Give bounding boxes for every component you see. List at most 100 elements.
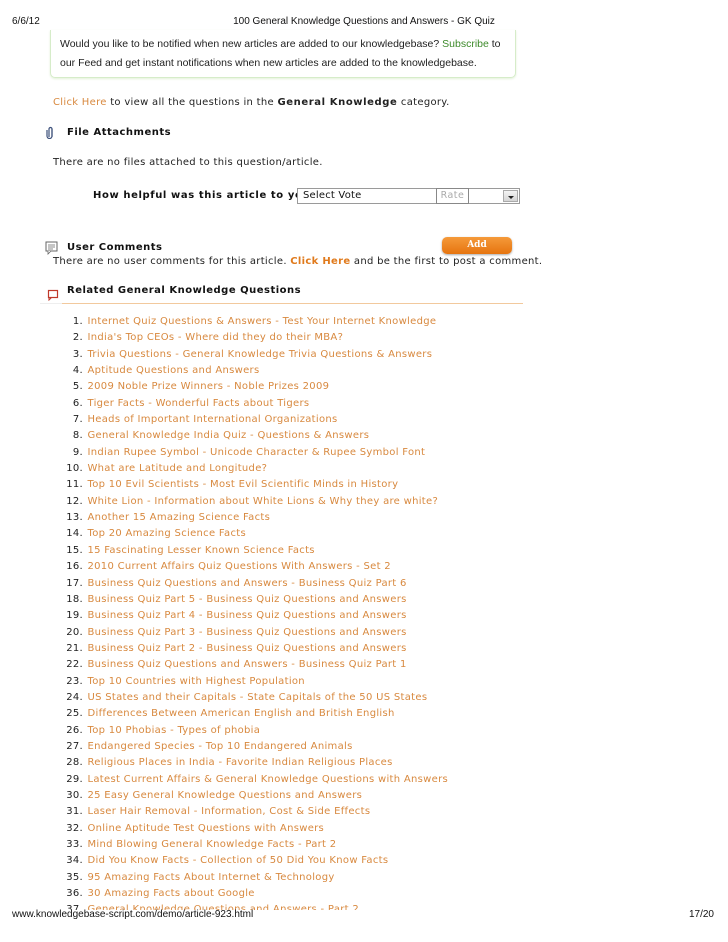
item-number: 31. — [66, 806, 83, 818]
related-question-link[interactable]: General Knowledge India Quiz - Questions… — [87, 430, 369, 441]
related-question-link[interactable]: Aptitude Questions and Answers — [87, 365, 259, 376]
item-number: 36. — [66, 888, 83, 900]
related-question-link[interactable]: Internet Quiz Questions & Answers - Test… — [87, 316, 436, 327]
vote-label: How helpful was this article to you? — [93, 190, 317, 201]
related-question-item: 6. Tiger Facts - Wonderful Facts about T… — [55, 396, 448, 412]
related-question-link[interactable]: 95 Amazing Facts About Internet & Techno… — [87, 872, 334, 883]
related-question-link[interactable]: 2010 Current Affairs Quiz Questions With… — [87, 561, 390, 572]
related-question-item: 22. Business Quiz Questions and Answers … — [55, 657, 448, 673]
related-question-link[interactable]: Top 10 Countries with Highest Population — [87, 676, 304, 687]
category-name: General Knowledge — [277, 97, 398, 108]
related-question-link[interactable]: 25 Easy General Knowledge Questions and … — [87, 790, 362, 801]
rate-button[interactable]: Rate — [436, 188, 469, 204]
related-question-item: 4. Aptitude Questions and Answers — [55, 363, 448, 379]
related-question-link[interactable]: Trivia Questions - General Knowledge Tri… — [87, 349, 432, 360]
related-question-item: 9. Indian Rupee Symbol - Unicode Charact… — [55, 445, 448, 461]
related-heading: Related General Knowledge Questions — [67, 285, 302, 296]
related-question-item: 13. Another 15 Amazing Science Facts — [55, 510, 448, 526]
related-question-link[interactable]: Mind Blowing General Knowledge Facts - P… — [87, 839, 336, 850]
related-question-link[interactable]: Religious Places in India - Favorite Ind… — [87, 757, 392, 768]
related-question-link[interactable]: 15 Fascinating Lesser Known Science Fact… — [87, 545, 314, 556]
related-question-link[interactable]: 30 Amazing Facts about Google — [87, 888, 254, 899]
click-here-comment-link[interactable]: Click Here — [290, 256, 350, 267]
notify-text: Would you like to be notified when new a… — [60, 38, 443, 50]
related-question-link[interactable]: US States and their Capitals - State Cap… — [87, 692, 427, 703]
click-here-category-link[interactable]: Click Here — [53, 97, 107, 108]
file-attachments-heading: File Attachments — [67, 127, 172, 138]
related-question-link[interactable]: Another 15 Amazing Science Facts — [87, 512, 270, 523]
item-number: 9. — [72, 446, 83, 458]
related-question-item: 28. Religious Places in India - Favorite… — [55, 755, 448, 771]
related-question-item: 5. 2009 Noble Prize Winners - Noble Priz… — [55, 379, 448, 395]
related-question-link[interactable]: Top 10 Evil Scientists - Most Evil Scien… — [87, 479, 398, 490]
related-question-item: 33. Mind Blowing General Knowledge Facts… — [55, 837, 448, 853]
related-question-link[interactable]: White Lion - Information about White Lio… — [87, 496, 438, 507]
related-question-link[interactable]: 2009 Noble Prize Winners - Noble Prizes … — [87, 381, 329, 392]
category-text-end: category. — [397, 97, 450, 108]
item-number: 25. — [66, 708, 83, 720]
item-number: 4. — [72, 365, 83, 377]
related-question-link[interactable]: Indian Rupee Symbol - Unicode Character … — [87, 447, 425, 458]
category-text: to view all the questions in the — [106, 97, 278, 108]
item-number: 5. — [72, 381, 83, 393]
item-number: 24. — [66, 691, 83, 703]
related-question-link[interactable]: Business Quiz Questions and Answers - Bu… — [87, 578, 406, 589]
item-number: 35. — [66, 871, 83, 883]
related-question-link[interactable]: Heads of Important International Organiz… — [87, 414, 337, 425]
related-question-item: 32. Online Aptitude Test Questions with … — [55, 821, 448, 837]
related-question-link[interactable]: Latest Current Affairs & General Knowled… — [87, 774, 448, 785]
no-comments-text: There are no user comments for this arti… — [53, 256, 291, 267]
item-number: 12. — [66, 495, 83, 507]
chevron-down-icon[interactable] — [503, 190, 518, 202]
related-question-item: 26. Top 10 Phobias - Types of phobia — [55, 723, 448, 739]
item-number: 20. — [66, 626, 83, 638]
no-comments-text-end: and be the first to post a comment. — [350, 256, 543, 267]
item-number: 21. — [66, 642, 83, 654]
related-question-link[interactable]: Did You Know Facts - Collection of 50 Di… — [87, 855, 388, 866]
related-question-link[interactable]: Top 10 Phobias - Types of phobia — [87, 725, 260, 736]
related-question-item: 29. Latest Current Affairs & General Kno… — [55, 772, 448, 788]
related-question-link[interactable]: India's Top CEOs - Where did they do the… — [87, 332, 343, 343]
item-number: 11. — [66, 479, 83, 491]
vote-select-value: Select Vote — [303, 190, 362, 201]
related-question-link[interactable]: Business Quiz Part 5 - Business Quiz Que… — [87, 594, 406, 605]
add-comment-button[interactable]: Add Comment — [442, 237, 512, 267]
related-question-item: 27. Endangered Species - Top 10 Endanger… — [55, 739, 448, 755]
related-question-item: 31. Laser Hair Removal - Information, Co… — [55, 804, 448, 820]
related-question-item: 35. 95 Amazing Facts About Internet & Te… — [55, 870, 448, 886]
related-question-link[interactable]: What are Latitude and Longitude? — [87, 463, 267, 474]
paperclip-icon — [46, 124, 55, 143]
item-number: 26. — [66, 724, 83, 736]
related-question-item: 36. 30 Amazing Facts about Google — [55, 886, 448, 902]
related-question-link[interactable]: Differences Between American English and… — [87, 708, 394, 719]
related-question-link[interactable]: Business Quiz Questions and Answers - Bu… — [87, 659, 406, 670]
no-files-text: There are no files attached to this ques… — [53, 157, 323, 168]
related-question-link[interactable]: Tiger Facts - Wonderful Facts about Tige… — [87, 398, 309, 409]
related-question-item: 23. Top 10 Countries with Highest Popula… — [55, 674, 448, 690]
related-question-link[interactable]: Top 20 Amazing Science Facts — [87, 528, 246, 539]
related-question-link[interactable]: Online Aptitude Test Questions with Answ… — [87, 823, 324, 834]
related-question-item: 30. 25 Easy General Knowledge Questions … — [55, 788, 448, 804]
related-question-link[interactable]: Laser Hair Removal - Information, Cost &… — [87, 806, 370, 817]
item-number: 15. — [66, 544, 83, 556]
item-number: 3. — [72, 348, 83, 360]
page-url: www.knowledgebase-script.com/demo/articl… — [12, 909, 254, 920]
item-number: 13. — [66, 512, 83, 524]
related-question-link[interactable]: Business Quiz Part 3 - Business Quiz Que… — [87, 627, 406, 638]
related-question-link[interactable]: Business Quiz Part 2 - Business Quiz Que… — [87, 643, 406, 654]
related-question-link[interactable]: Business Quiz Part 4 - Business Quiz Que… — [87, 610, 406, 621]
vote-select[interactable]: Select Vote — [297, 188, 520, 204]
item-number: 1. — [72, 316, 83, 327]
user-comments-heading: User Comments — [67, 242, 163, 253]
item-number: 32. — [66, 822, 83, 834]
item-number: 17. — [66, 577, 83, 589]
item-number: 14. — [66, 528, 83, 540]
related-question-item: 34. Did You Know Facts - Collection of 5… — [55, 853, 448, 869]
related-divider — [62, 303, 523, 304]
subscribe-link[interactable]: Subscribe — [442, 38, 489, 50]
divider — [40, 303, 62, 304]
related-question-link[interactable]: Endangered Species - Top 10 Endangered A… — [87, 741, 352, 752]
related-question-item: 25. Differences Between American English… — [55, 706, 448, 722]
related-question-item: 17. Business Quiz Questions and Answers … — [55, 576, 448, 592]
related-question-item: 19. Business Quiz Part 4 - Business Quiz… — [55, 608, 448, 624]
